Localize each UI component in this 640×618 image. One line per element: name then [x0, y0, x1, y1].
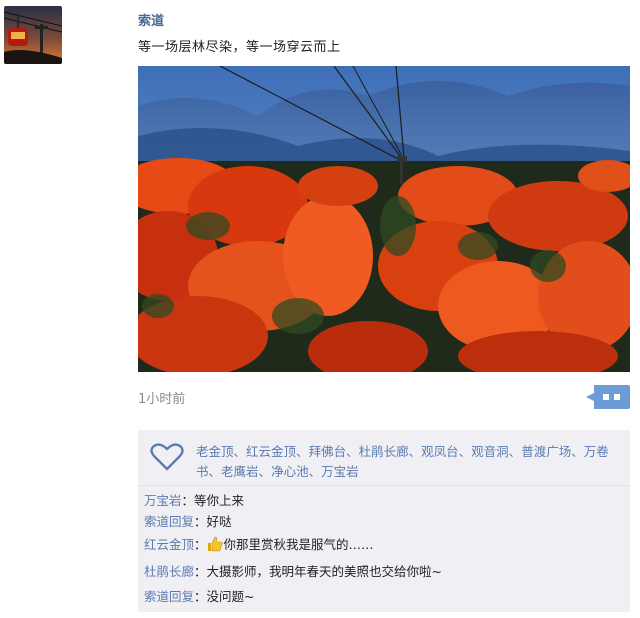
comment-author[interactable]: 杜鹃长廊: [144, 564, 194, 579]
heart-icon: [150, 443, 184, 471]
comment-text: 大摄影师，我明年春天的美照也交给你啦~: [206, 564, 443, 579]
comment-author[interactable]: 红云金顶: [144, 537, 194, 552]
comment-item[interactable]: 索道回复：没问题~: [144, 586, 255, 605]
comment-separator: ：: [181, 493, 195, 508]
comment-text: 你那里赏秋我是服气的……: [223, 537, 374, 552]
interaction-panel: 老金顶、红云金顶、拜佛台、杜鹃长廊、观凤台、观音洞、普渡广场、万卷书、老鹰岩、净…: [138, 430, 630, 612]
like-separator: 、: [508, 444, 522, 459]
like-name[interactable]: 观音洞: [471, 444, 509, 459]
like-separator: 、: [258, 464, 272, 479]
comment-item[interactable]: 万宝岩：等你上来: [144, 490, 244, 509]
comment-action-button[interactable]: [584, 381, 632, 413]
like-separator: 、: [233, 444, 247, 459]
like-names-list: 老金顶、红云金顶、拜佛台、杜鹃长廊、观凤台、观音洞、普渡广场、万卷书、老鹰岩、净…: [196, 442, 620, 482]
like-separator: 、: [346, 444, 359, 459]
like-name[interactable]: 老金顶: [196, 444, 234, 459]
likes-section: 老金顶、红云金顶、拜佛台、杜鹃长廊、观凤台、观音洞、普渡广场、万卷书、老鹰岩、净…: [138, 438, 630, 488]
avatar[interactable]: [4, 6, 62, 64]
comment-author[interactable]: 万宝岩: [144, 493, 182, 508]
divider: [138, 485, 630, 486]
more-dots-icon: [586, 385, 630, 409]
like-name[interactable]: 普渡广场: [521, 444, 571, 459]
post-text: 等一场层林尽染，等一场穿云而上: [138, 40, 341, 55]
post-author[interactable]: 索道: [138, 10, 164, 29]
post-timestamp: 1小时前: [138, 392, 186, 407]
like-separator: 、: [208, 464, 222, 479]
like-name[interactable]: 老鹰岩: [221, 464, 259, 479]
like-separator: 、: [296, 444, 309, 459]
comment-text: 没问题~: [206, 589, 255, 604]
like-name[interactable]: 观凤台: [421, 444, 459, 459]
like-name[interactable]: 净心池: [271, 464, 309, 479]
avatar-cable-car-image: [4, 6, 62, 64]
comment-item[interactable]: 红云金顶： 你那里赏秋我是服气的……: [144, 534, 374, 553]
comment-text: 等你上来: [194, 493, 245, 508]
comment-text: 好哒: [206, 514, 232, 529]
like-name[interactable]: 万宝岩: [321, 464, 359, 479]
thumbs-up-icon: [207, 536, 223, 552]
comment-item[interactable]: 杜鹃长廊：大摄影师，我明年春天的美照也交给你啦~: [144, 561, 442, 580]
like-name[interactable]: 拜佛台: [309, 444, 347, 459]
post-photo[interactable]: [138, 66, 630, 372]
autumn-forest-cable-car-photo: [138, 66, 630, 372]
comment-author[interactable]: 索道回复: [144, 589, 194, 604]
like-separator: 、: [308, 464, 322, 479]
comment-separator: ：: [194, 589, 207, 604]
like-separator: 、: [458, 444, 472, 459]
comment-author[interactable]: 索道回复: [144, 514, 194, 529]
comment-separator: ：: [194, 537, 207, 552]
comment-separator: ：: [194, 564, 207, 579]
comment-item[interactable]: 索道回复：好哒: [144, 511, 232, 530]
like-name[interactable]: 红云金顶: [246, 444, 296, 459]
like-name[interactable]: 杜鹃长廊: [359, 444, 409, 459]
like-separator: 、: [571, 444, 584, 459]
like-separator: 、: [408, 444, 422, 459]
comment-separator: ：: [194, 514, 207, 529]
